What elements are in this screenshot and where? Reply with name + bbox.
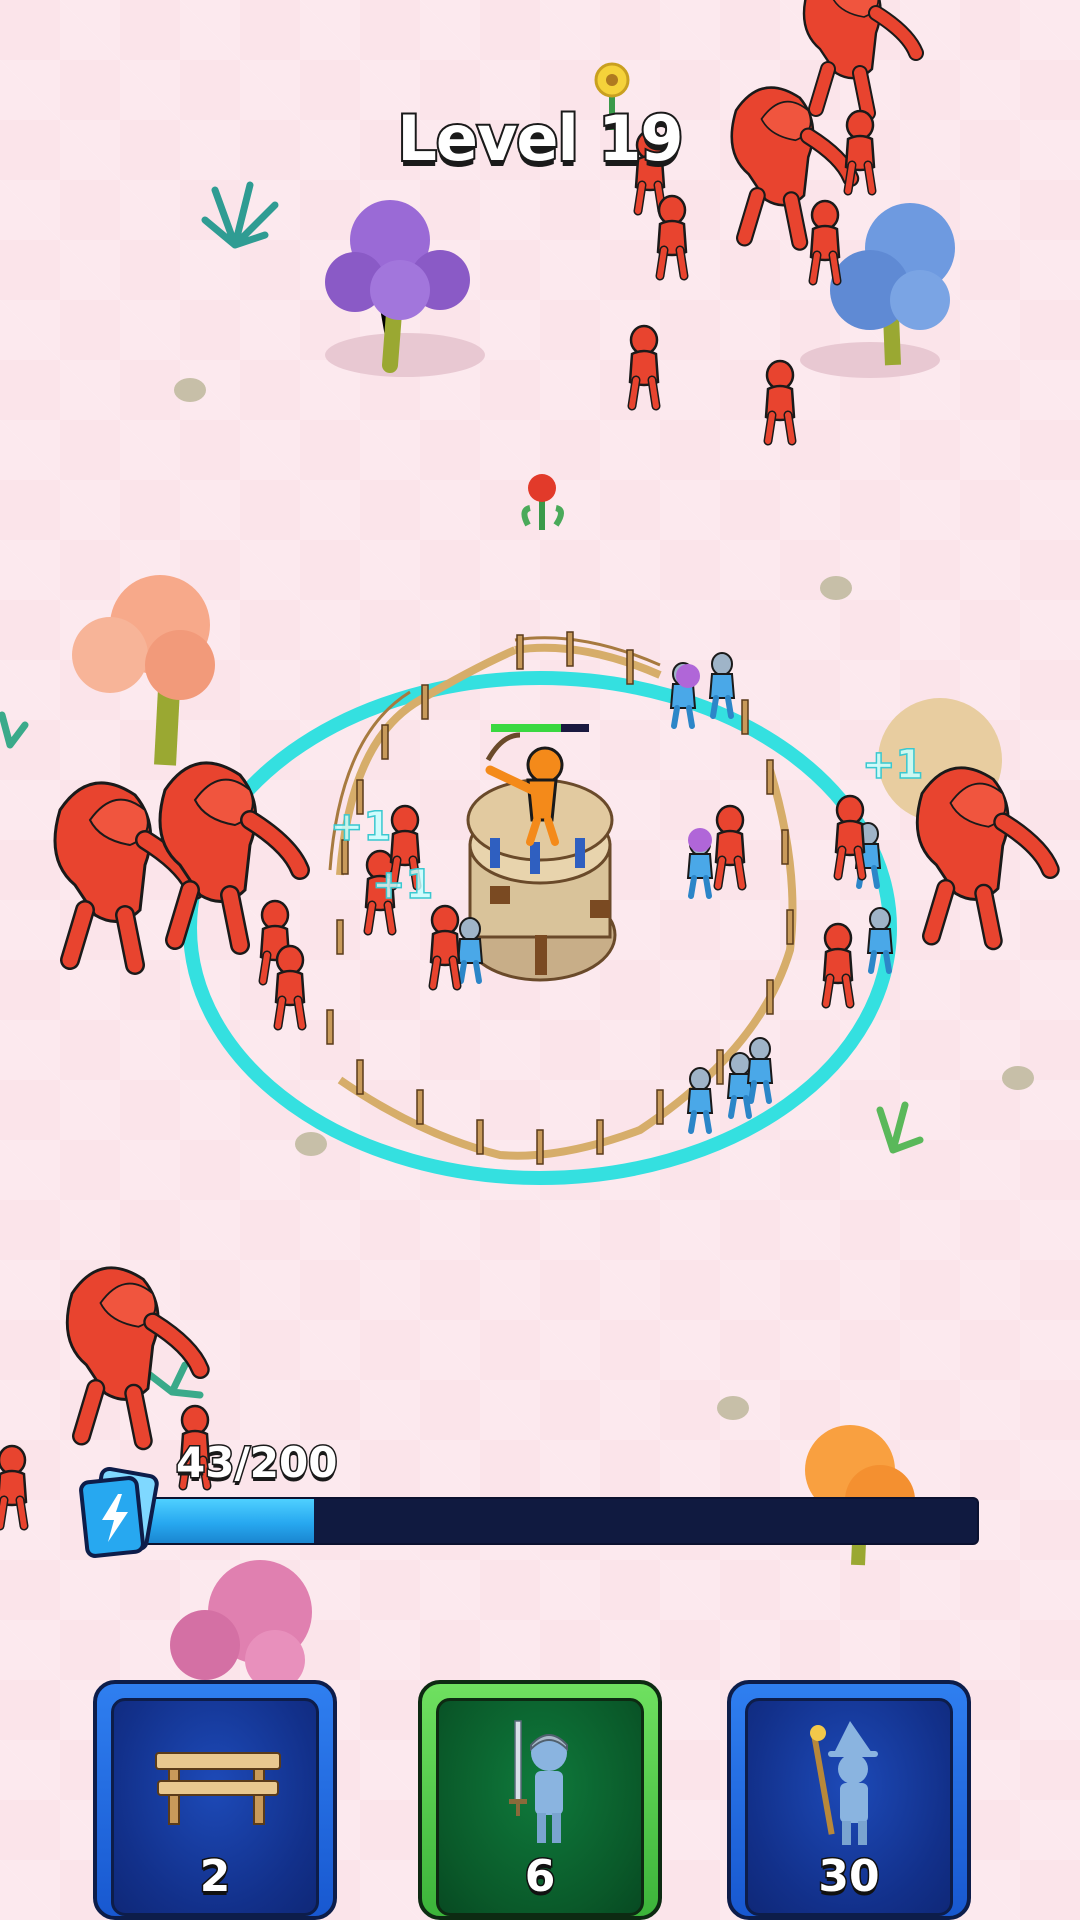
purple-tree	[325, 200, 485, 377]
plus-one-text: +1	[372, 862, 433, 908]
swordsman-count: 6	[523, 1850, 557, 1904]
peach-tree	[72, 575, 215, 766]
floating-reward-texts: +1 +1 +1	[329, 741, 924, 909]
pink-tree	[170, 1560, 312, 1690]
wizard-card[interactable]: 30	[727, 1680, 971, 1920]
plus-one-text: +1	[862, 742, 923, 788]
swordsman-icon	[509, 1720, 568, 1843]
fence-icon	[155, 1752, 281, 1825]
fence-count: 2	[198, 1850, 232, 1904]
tower-health-bar	[491, 724, 589, 732]
game-scene[interactable]: +1 +1 +1	[0, 0, 1080, 1920]
xp-progress-bar	[130, 1497, 979, 1545]
swordsman-card[interactable]: 6	[418, 1680, 662, 1920]
xp-counter: 43/200	[174, 1437, 338, 1489]
level-title: Level 19	[395, 100, 685, 177]
energy-card-icon	[79, 1466, 159, 1558]
fence-card[interactable]: 2	[93, 1680, 337, 1920]
red-flower	[521, 474, 564, 530]
plus-one-text: +1	[330, 804, 391, 850]
wizard-count: 30	[817, 1850, 881, 1904]
wizard-icon	[810, 1721, 878, 1845]
fern-plant	[201, 181, 279, 249]
